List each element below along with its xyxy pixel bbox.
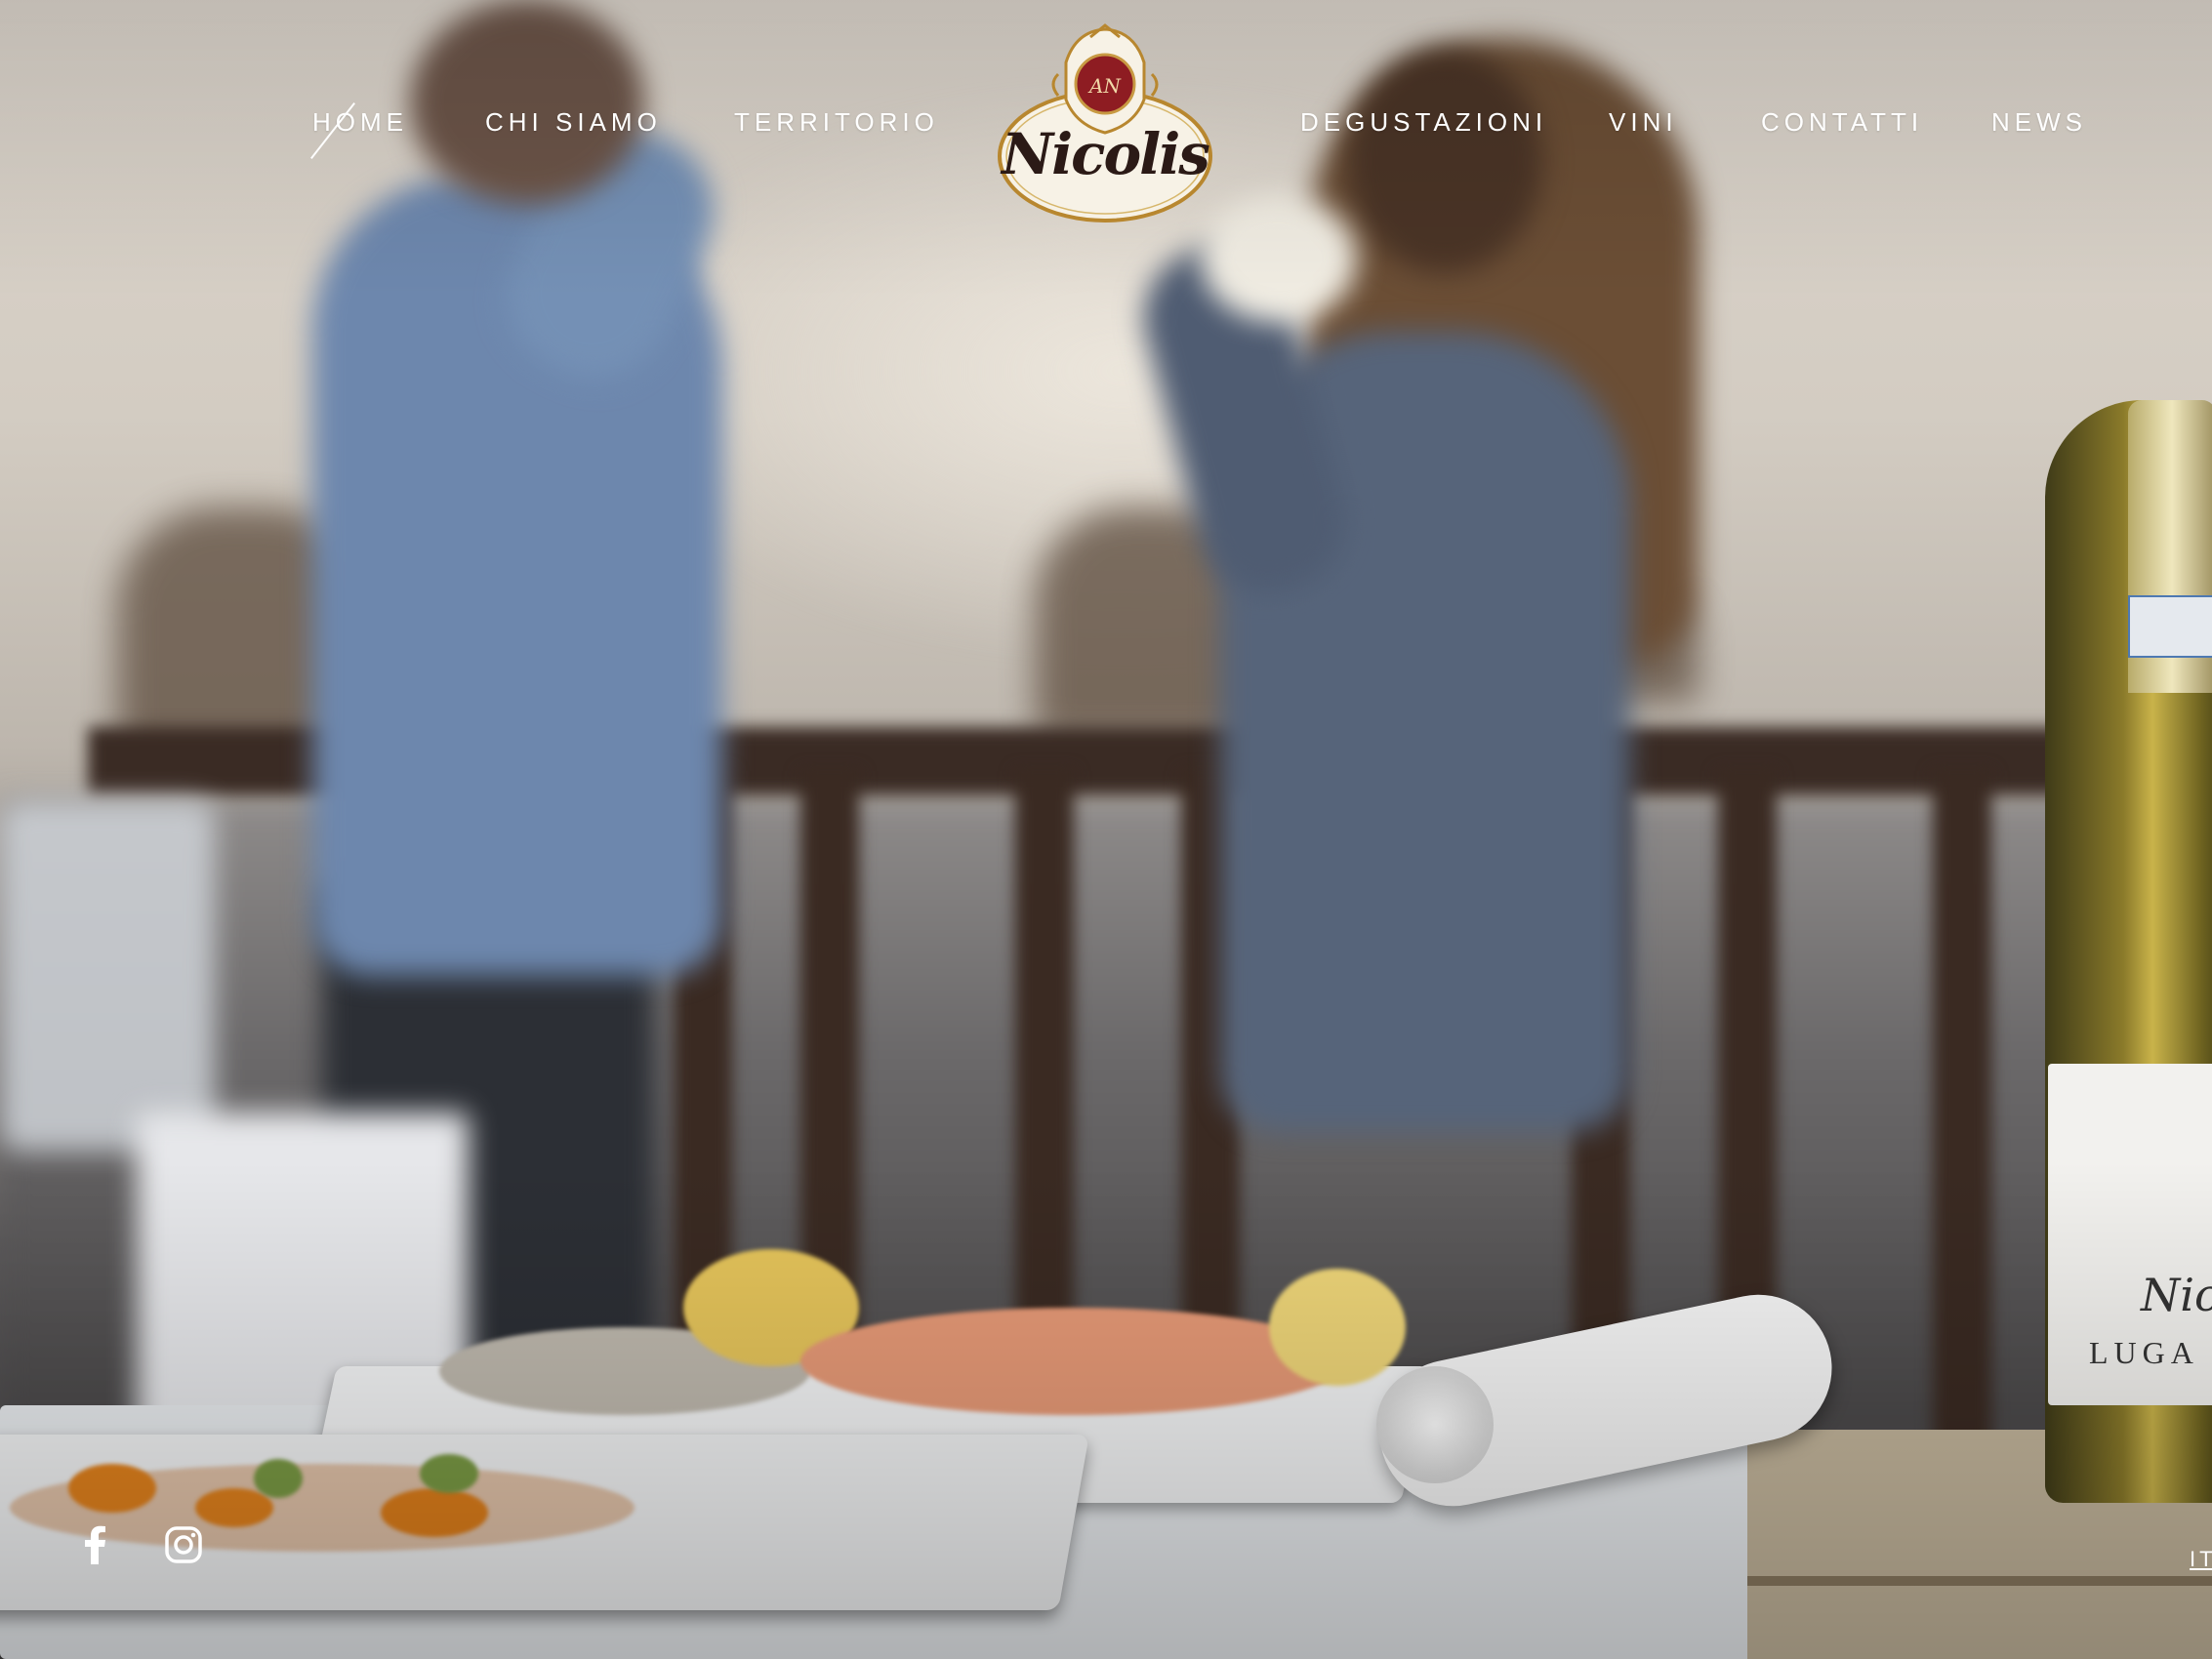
- nav-degustazioni[interactable]: DEGUSTAZIONI: [1300, 107, 1547, 138]
- nicolis-logo[interactable]: AN Nicolis: [998, 23, 1212, 224]
- nav-news[interactable]: NEWS: [1991, 107, 2087, 138]
- nav-degustazioni-label: DEGUSTAZIONI: [1300, 107, 1548, 137]
- nav-chi-siamo[interactable]: CHI SIAMO: [485, 107, 662, 138]
- roe: [195, 1488, 273, 1527]
- nav-vini-label: VINI: [1609, 107, 1678, 137]
- bottle-label-logo: Nico: [2141, 1269, 2212, 1321]
- nav-news-label: NEWS: [1991, 107, 2087, 137]
- nav-home[interactable]: HOME: [310, 102, 408, 159]
- glasses-on-table: [0, 800, 215, 1152]
- nav-vini[interactable]: VINI: [1609, 107, 1678, 138]
- wine-bottle-label: Nico LUGA: [2048, 1064, 2212, 1405]
- social-links: [76, 1525, 203, 1564]
- shrimps: [800, 1308, 1347, 1415]
- nav-contatti-label: CONTATTI: [1761, 107, 1924, 137]
- roe: [381, 1488, 488, 1537]
- hero-background: Nico LUGA: [0, 0, 2212, 1659]
- logo-monogram: AN: [1089, 74, 1121, 98]
- language-switcher[interactable]: IT: [2190, 1547, 2212, 1572]
- nav-home-label: HOME: [312, 107, 408, 137]
- nav-territorio[interactable]: TERRITORIO: [734, 107, 939, 138]
- herb: [420, 1454, 478, 1493]
- logo-wordmark: Nicolis: [1002, 121, 1210, 187]
- main-navigation: HOME CHI SIAMO TERRITORIO AN Nicolis DEG…: [0, 0, 2212, 244]
- wine-bottle-seal: [2128, 595, 2212, 658]
- nav-contatti[interactable]: CONTATTI: [1761, 107, 1923, 138]
- nav-territorio-label: TERRITORIO: [734, 107, 939, 137]
- nav-chi-siamo-label: CHI SIAMO: [485, 107, 662, 137]
- instagram-icon[interactable]: [164, 1525, 203, 1564]
- railing-post: [1933, 771, 1991, 1454]
- napkin: [1376, 1366, 1494, 1483]
- bottle-label-name: LUGA: [2089, 1335, 2199, 1370]
- herb: [254, 1459, 303, 1498]
- lemon: [1269, 1269, 1406, 1386]
- facebook-icon[interactable]: [76, 1525, 115, 1564]
- roe: [68, 1464, 156, 1513]
